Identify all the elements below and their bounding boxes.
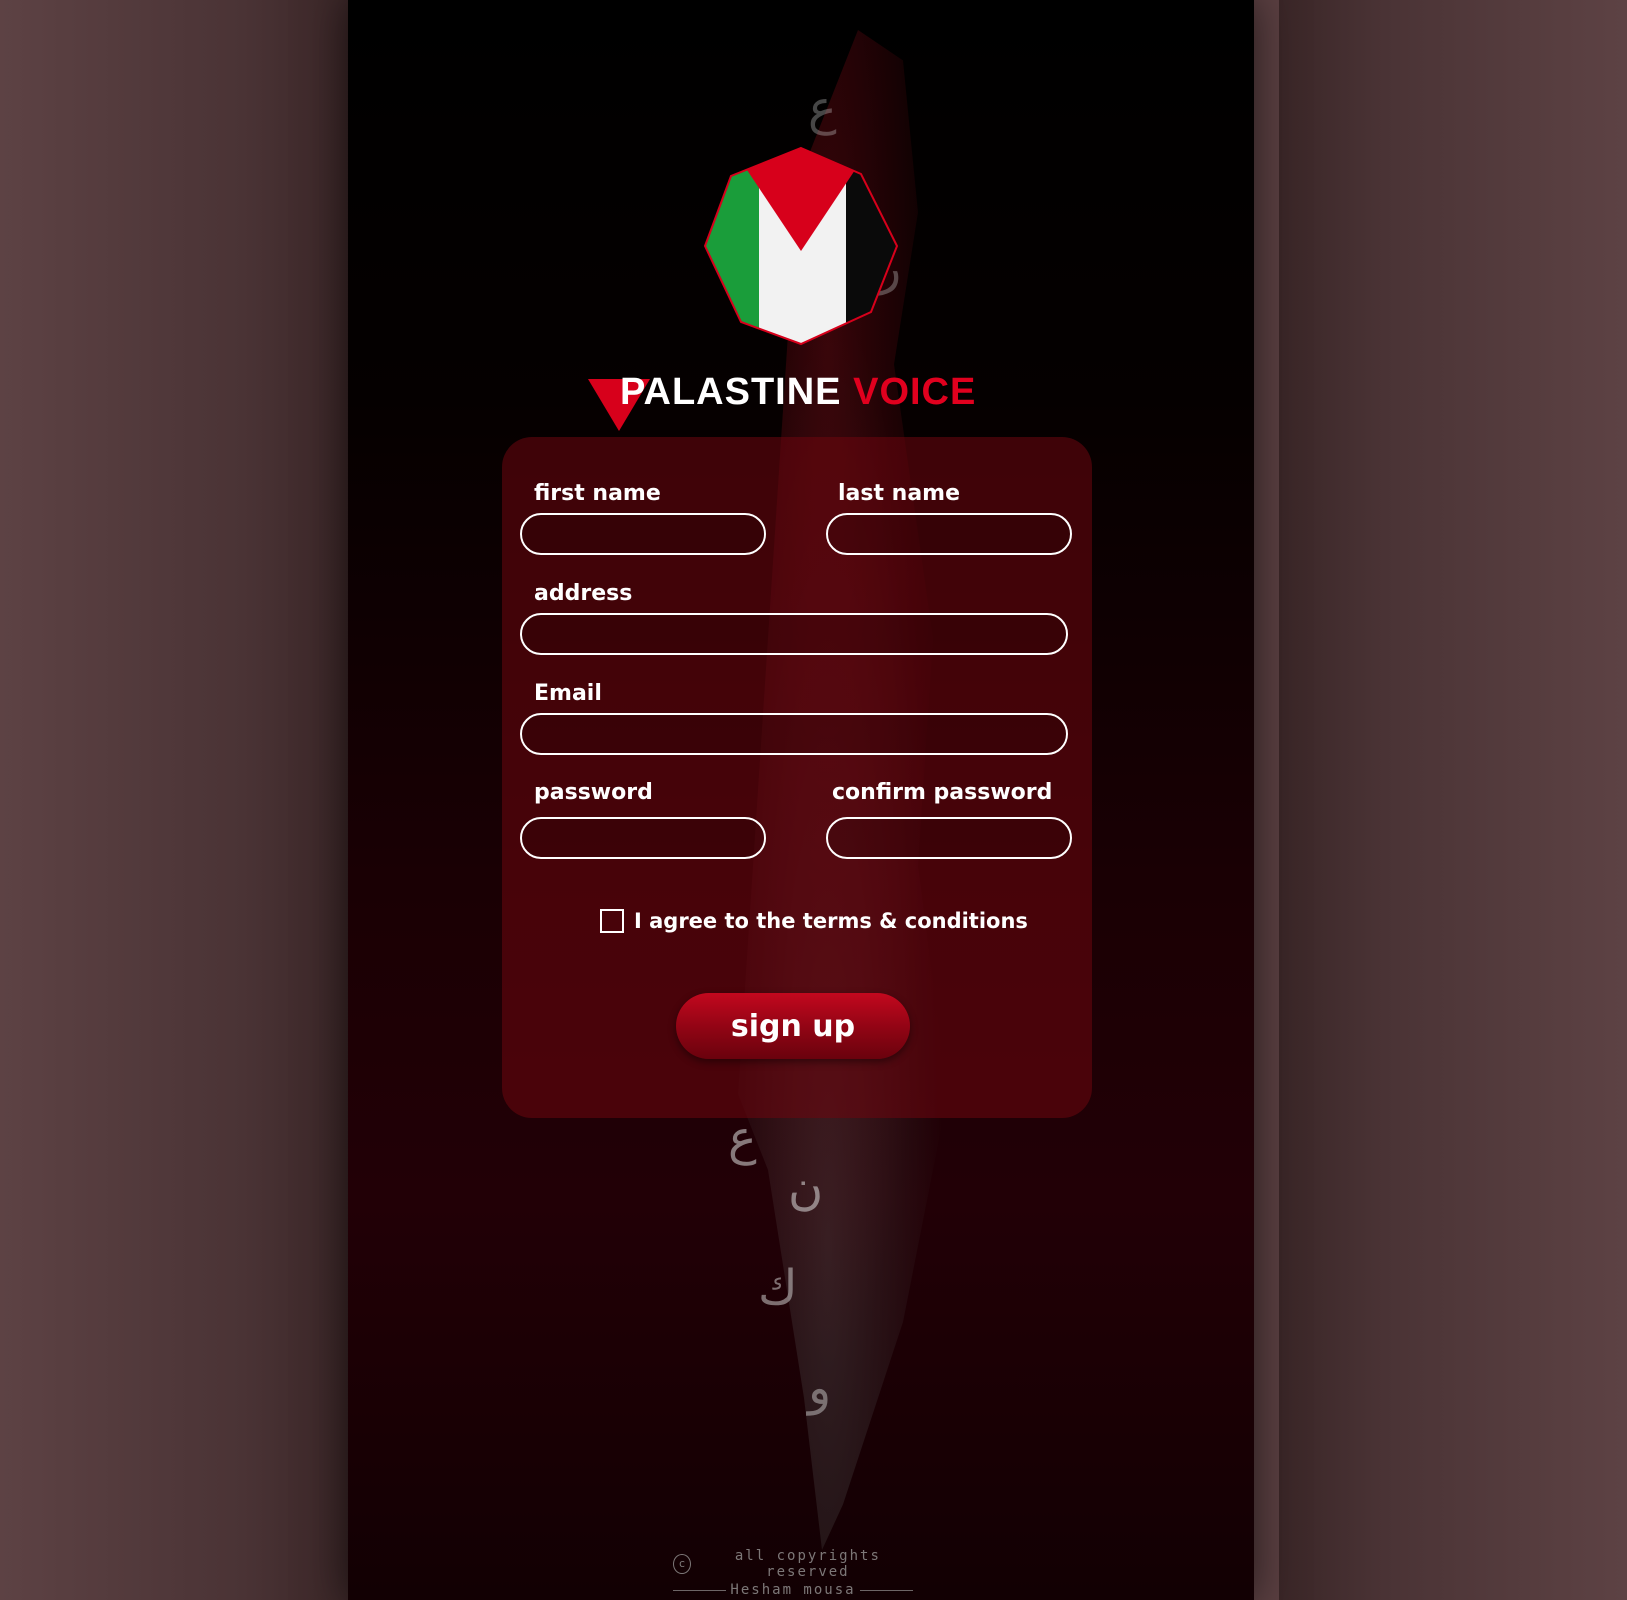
address-label: address xyxy=(534,581,633,606)
arabic-calligraphy-glyph: ن xyxy=(788,1160,824,1216)
brand-logo: PALASTINE VOICE xyxy=(588,365,1008,435)
signup-screen: ع ر ع ن ك و PALASTINE VOICE first name l… xyxy=(348,0,1254,1600)
footer-divider xyxy=(673,1589,727,1591)
brand-word-2: VOICE xyxy=(853,371,977,413)
brand-title: PALASTINE VOICE xyxy=(620,371,976,414)
email-label: Email xyxy=(534,681,602,706)
footer: c all copyrights reserved Hesham mousa xyxy=(673,1548,913,1598)
first-name-field[interactable] xyxy=(520,513,766,555)
password-label: password xyxy=(534,780,653,805)
terms-checkbox[interactable] xyxy=(600,909,624,933)
password-field[interactable] xyxy=(520,817,766,859)
background-right xyxy=(1279,0,1627,1600)
first-name-label: first name xyxy=(534,481,661,506)
arabic-calligraphy-glyph: ع xyxy=(808,80,837,136)
confirm-password-field[interactable] xyxy=(826,817,1072,859)
last-name-field[interactable] xyxy=(826,513,1072,555)
address-field[interactable] xyxy=(520,613,1068,655)
arabic-calligraphy-glyph: ع xyxy=(728,1110,757,1166)
terms-row: I agree to the terms & conditions xyxy=(600,909,1028,933)
arabic-calligraphy-glyph: و xyxy=(808,1360,832,1416)
copyright-icon: c xyxy=(673,1554,691,1574)
copyright-text: all copyrights reserved xyxy=(734,1548,881,1580)
brand-word-1: PALASTINE xyxy=(620,371,842,413)
arabic-calligraphy-glyph: ك xyxy=(758,1260,798,1316)
last-name-label: last name xyxy=(838,481,961,506)
terms-label: I agree to the terms & conditions xyxy=(634,909,1028,933)
email-field[interactable] xyxy=(520,713,1068,755)
confirm-password-label: confirm password xyxy=(832,780,1053,805)
palestine-flag-octagon-icon xyxy=(703,146,899,346)
background-left xyxy=(0,0,348,1600)
footer-divider xyxy=(859,1589,913,1591)
sign-up-button[interactable]: sign up xyxy=(676,993,910,1059)
author-name: Hesham mousa xyxy=(730,1582,856,1598)
signup-form-card: first name last name address Email passw… xyxy=(502,437,1092,1118)
